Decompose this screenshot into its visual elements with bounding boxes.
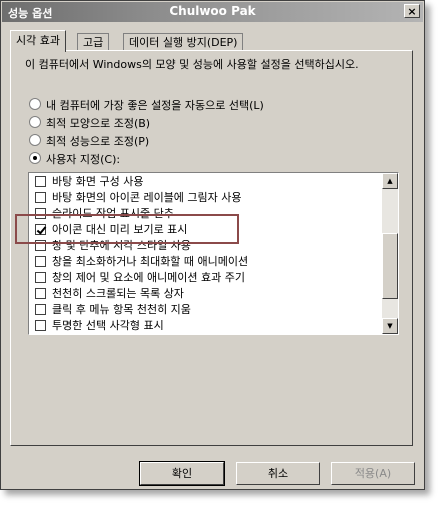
ok-button[interactable]: 확인 (139, 461, 225, 486)
list-item[interactable]: 바탕 화면 구성 사용 (35, 174, 143, 190)
effects-list[interactable]: 바탕 화면 구성 사용 바탕 화면의 아이콘 레이블에 그림자 사용 슬라이드 … (28, 172, 399, 335)
checkbox-icon[interactable] (35, 192, 46, 203)
apply-button[interactable]: 적용(A) (331, 462, 415, 485)
radio-selected-icon (29, 152, 41, 164)
list-item[interactable]: 창의 제어 및 요소에 애니메이션 효과 주기 (35, 270, 245, 286)
checkbox-icon[interactable] (35, 176, 46, 187)
list-item-label: 창의 제어 및 요소에 애니메이션 효과 주기 (52, 271, 246, 284)
highlight-annotation-box (15, 214, 239, 244)
list-item[interactable]: 천천히 스크롤되는 목록 상자 (35, 286, 184, 302)
scrollbar-thumb[interactable] (382, 233, 398, 299)
radio-custom-label: 사용자 지정(C): (46, 153, 121, 166)
user-name-title: Chulwoo Pak (169, 4, 256, 18)
list-item-label: 창을 최소화하거나 최대화할 때 애니메이션 (52, 255, 249, 268)
tab-visual-effects[interactable]: 시각 효과 (10, 30, 66, 52)
performance-options-window: 성능 옵션 Chulwoo Pak × 시각 효과 고급 데이터 실행 방지(D… (0, 0, 425, 490)
radio-best-appearance-label: 최적 모양으로 조정(B) (46, 117, 151, 130)
list-item-label: 투명한 선택 사각형 표시 (52, 319, 164, 332)
list-item-label: 바탕 화면의 아이콘 레이블에 그림자 사용 (52, 191, 242, 204)
list-item[interactable]: 창을 최소화하거나 최대화할 때 애니메이션 (35, 254, 248, 270)
scroll-down-arrow-icon[interactable]: ▼ (382, 318, 398, 334)
list-item[interactable]: 바탕 화면의 아이콘 레이블에 그림자 사용 (35, 190, 242, 206)
checkbox-icon[interactable] (35, 256, 46, 267)
checkbox-icon[interactable] (35, 304, 46, 315)
list-item-label: 천천히 스크롤되는 목록 상자 (52, 287, 184, 300)
tab-advanced[interactable]: 고급 (77, 33, 110, 51)
radio-auto[interactable]: 내 컴퓨터에 가장 좋은 설정을 자동으로 선택(L) (29, 98, 264, 114)
tab-dep[interactable]: 데이터 실행 방지(DEP) (123, 33, 244, 51)
checkbox-icon[interactable] (35, 320, 46, 331)
checkbox-icon[interactable] (35, 272, 46, 283)
radio-button-icon (29, 98, 41, 110)
vertical-scrollbar[interactable]: ▲ ▼ (382, 173, 398, 334)
list-item-label: 바탕 화면 구성 사용 (52, 175, 144, 188)
radio-button-icon (29, 116, 41, 128)
scroll-up-arrow-icon[interactable]: ▲ (382, 173, 398, 189)
title-bar[interactable]: 성능 옵션 Chulwoo Pak × (2, 2, 423, 22)
description-text: 이 컴퓨터에서 Windows의 모양 및 성능에 사용할 설정을 선택하십시오… (25, 58, 359, 71)
close-button[interactable]: × (404, 4, 420, 18)
checkbox-icon[interactable] (35, 288, 46, 299)
radio-custom[interactable]: 사용자 지정(C): (29, 152, 120, 168)
radio-best-performance[interactable]: 최적 성능으로 조정(P) (29, 134, 149, 150)
radio-best-performance-label: 최적 성능으로 조정(P) (46, 135, 150, 148)
radio-auto-label: 내 컴퓨터에 가장 좋은 설정을 자동으로 선택(L) (46, 99, 264, 112)
list-item-label: 클릭 후 메뉴 항목 천천히 지움 (52, 303, 191, 316)
radio-button-icon (29, 134, 41, 146)
list-item[interactable]: 클릭 후 메뉴 항목 천천히 지움 (35, 302, 191, 318)
list-item[interactable]: 투명한 선택 사각형 표시 (35, 318, 164, 334)
radio-best-appearance[interactable]: 최적 모양으로 조정(B) (29, 116, 150, 132)
cancel-button[interactable]: 취소 (236, 462, 320, 485)
